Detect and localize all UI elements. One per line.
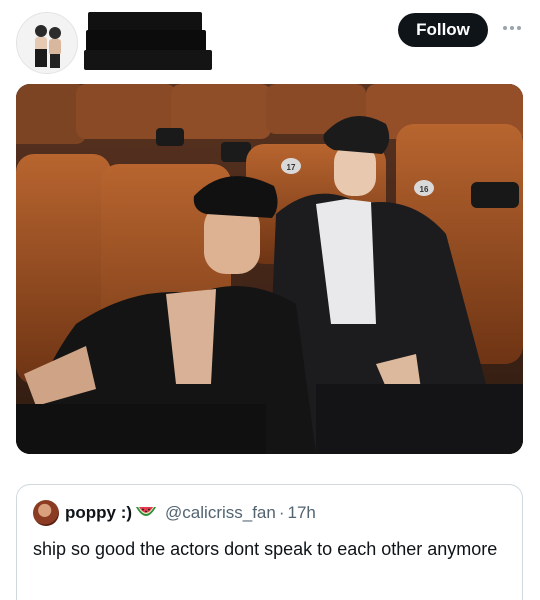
tweet-photo[interactable]: 17 16 [16,84,523,454]
more-horizontal-icon[interactable] [498,18,526,38]
watermelon-icon [135,505,157,521]
quoted-author-avatar[interactable] [33,500,59,526]
quoted-tweet[interactable]: poppy :) @calicriss_fan · 17h ship so go… [16,484,523,600]
author-avatar[interactable] [16,12,78,74]
redacted-handle [86,30,206,52]
seat-number-17: 17 [287,163,296,172]
seat-number-16: 16 [420,185,429,194]
photo-illustration: 17 16 [16,84,523,454]
quoted-author-name[interactable]: poppy :) [65,503,132,523]
quoted-author-handle[interactable]: @calicriss_fan [165,503,276,523]
redacted-name [88,12,202,32]
tweet: Follow 17 16 poppy:) @calicriss_fan · 1… [0,0,540,600]
quoted-timestamp[interactable]: 17h [288,503,316,523]
redacted-block [84,50,212,70]
quoted-tweet-header: poppy :) @calicriss_fan · 17h [33,499,508,527]
follow-button[interactable]: Follow [398,13,488,47]
separator-dot: · [278,503,285,522]
quoted-tweet-text: ship so good the actors dont speak to ea… [33,539,498,559]
